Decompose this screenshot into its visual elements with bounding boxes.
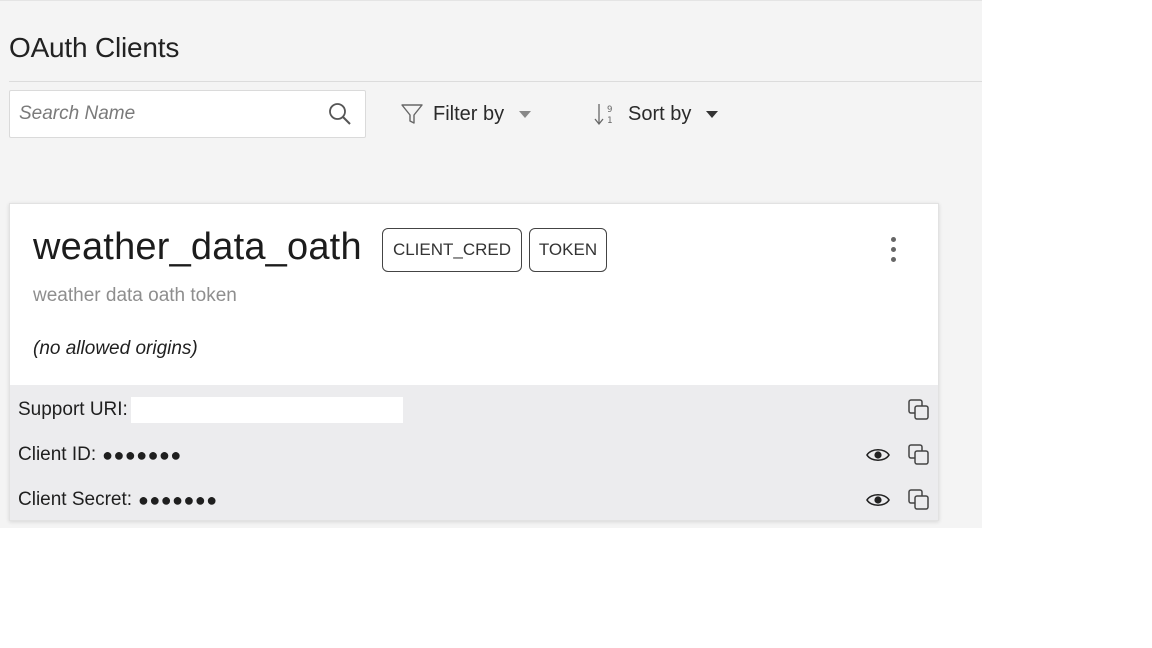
filter-by-dropdown[interactable]: Filter by: [400, 99, 532, 129]
client-card: weather_data_oath CLIENT_CRED TOKEN weat…: [9, 203, 939, 521]
client-id-row: Client ID: ●●●●●●●: [18, 440, 182, 470]
copy-icon[interactable]: [906, 442, 932, 468]
client-id-label: Client ID:: [18, 444, 97, 465]
sort-by-label: Sort by: [628, 102, 692, 125]
support-uri-label: Support URI:: [18, 399, 128, 420]
support-uri-value-redacted: [130, 397, 403, 423]
grant-type-badge: CLIENT_CRED: [382, 228, 522, 272]
svg-text:1: 1: [607, 116, 612, 126]
copy-icon[interactable]: [906, 487, 932, 513]
search-input[interactable]: [10, 91, 320, 137]
filter-funnel-icon: [401, 104, 423, 124]
page-title: OAuth Clients: [9, 32, 180, 63]
chevron-down-icon: [519, 111, 532, 118]
filter-by-label: Filter by: [433, 102, 505, 125]
search-icon[interactable]: [327, 101, 353, 127]
client-secret-label: Client Secret:: [18, 489, 133, 510]
sort-by-dropdown[interactable]: 9 1 Sort by: [592, 99, 719, 129]
show-client-id-eye-icon[interactable]: [865, 442, 891, 468]
chevron-down-icon: [706, 111, 719, 118]
support-uri-row: Support URI:: [18, 395, 403, 425]
svg-text:9: 9: [607, 105, 612, 115]
client-name: weather_data_oath: [33, 226, 362, 268]
copy-icon[interactable]: [906, 397, 932, 423]
title-divider: [9, 81, 982, 82]
more-options-icon[interactable]: [882, 234, 904, 268]
sort-icon: 9 1: [594, 104, 612, 126]
search-box: [9, 90, 366, 138]
client-secret-row: Client Secret: ●●●●●●●: [18, 485, 218, 515]
token-type-badge: TOKEN: [529, 228, 607, 272]
client-secret-value: ●●●●●●●: [138, 489, 218, 510]
oauth-clients-panel: OAuth Clients Filter by 9 1 Sort by weat…: [0, 0, 982, 528]
client-id-value: ●●●●●●●: [102, 444, 182, 465]
show-client-secret-eye-icon[interactable]: [865, 487, 891, 513]
client-description: weather data oath token: [33, 285, 237, 306]
allowed-origins-text: (no allowed origins): [33, 338, 198, 359]
client-details: Support URI: Client ID: ●●●●●●● Client S…: [10, 385, 938, 520]
